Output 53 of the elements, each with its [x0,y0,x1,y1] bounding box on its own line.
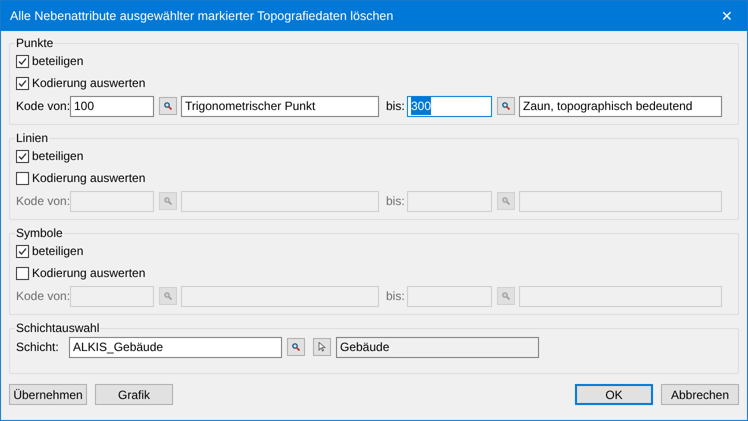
checkbox-label: beteiligen [32,148,84,165]
description-field[interactable]: Trigonometrischer Punkt [181,96,379,116]
search-icon [164,197,172,205]
lookup-button[interactable] [313,338,331,356]
field-label: Kode von: [16,98,70,115]
code-to-field[interactable] [407,190,492,212]
checkbox-label: beteiligen [32,243,84,260]
description-field[interactable]: Zaun, topographisch bedeutend [519,96,722,116]
lookup-button[interactable] [159,97,177,115]
field-label: bis: [386,193,406,210]
search-icon [502,292,510,300]
group-title: Punkte [15,37,54,50]
group-title: Linien [15,132,50,145]
checkbox[interactable] [16,76,29,90]
field-label: Schicht: [16,339,60,356]
dialog-button[interactable]: Abbrechen [661,384,739,405]
layer-field[interactable]: ALKIS_Gebäude [69,336,282,358]
checkbox[interactable] [16,54,29,68]
field-label: Kode von: [16,193,70,210]
dialog-button[interactable]: Übernehmen [9,384,87,405]
group-title: Schichtauswahl [15,322,100,335]
checkbox[interactable] [16,172,29,184]
dialog-button[interactable]: OK [575,384,653,405]
field-label: bis: [386,98,406,115]
description-field[interactable]: Gebäude [336,336,539,358]
dialog-button[interactable]: Grafik [95,384,173,405]
search-icon [164,292,172,300]
checkbox-label: Kodierung auswerten [32,170,146,187]
close-button[interactable]: ✕ [707,1,747,31]
code-to-field[interactable]: 300 [407,96,492,116]
field-label: Kode von: [16,288,70,305]
checkbox-label: Kodierung auswerten [32,265,146,282]
search-icon [502,102,510,110]
checkbox-label: Kodierung auswerten [32,75,146,92]
checkbox[interactable] [16,244,29,258]
checkbox[interactable] [16,266,29,280]
lookup-button[interactable] [287,338,305,356]
checkbox[interactable] [16,150,29,162]
description-field[interactable] [181,190,379,212]
field-label: bis: [386,288,406,305]
search-icon [164,102,172,110]
window-title: Alle Nebenattribute ausgewählter markierter Topografiedaten löschen [9,8,394,25]
group-title: Symbole [15,227,64,240]
cursor-icon [318,342,326,352]
description-field[interactable] [519,286,722,306]
code-from-field[interactable]: 100 [70,96,154,116]
search-icon [502,197,510,205]
description-field[interactable] [519,190,722,212]
lookup-button[interactable] [497,97,515,115]
search-icon [292,343,300,351]
description-field[interactable] [181,286,379,306]
code-to-field[interactable] [407,286,492,306]
checkbox-label: beteiligen [32,53,84,70]
